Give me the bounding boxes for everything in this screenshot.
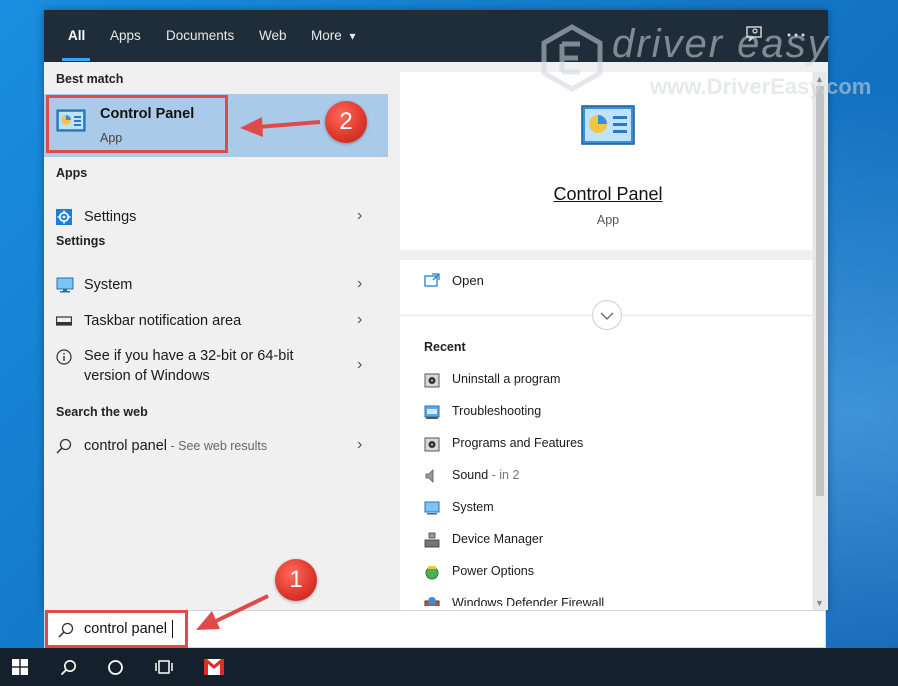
- callout-step-2: 2: [325, 101, 367, 143]
- callout-step-1: 1: [275, 559, 317, 601]
- annotation-arrows: [196, 117, 321, 630]
